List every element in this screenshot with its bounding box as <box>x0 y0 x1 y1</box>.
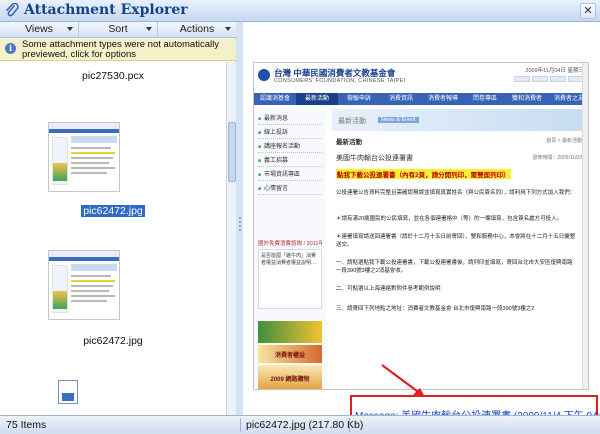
preview-scrollbar[interactable] <box>582 63 588 389</box>
info-bar-text: Some attachment types were not automatic… <box>22 39 219 60</box>
preview-nav-item: 雙和消費者 <box>511 96 542 102</box>
preview-ad-banner: 消費者權益 <box>258 345 322 363</box>
preview-ad-text: 消費者權益 <box>274 353 305 359</box>
preview-date: 2009年11月04日 星期三 <box>525 68 584 74</box>
preview-side-box: 是否能國「雞牛肉」消費者權益消費者權益說明… <box>258 249 322 309</box>
preview-site-header: 台灣 中華民國消費者文教基金會 CONSUMERS' FOUNDATION, C… <box>254 63 588 93</box>
list-scrollbar[interactable] <box>226 62 236 415</box>
preview-sidebar: 最新消息 線上投訴 講座報名活動 義工招募 市場資訊專區 心情留言 國外免費消費… <box>254 109 326 389</box>
preview-sidebar-item: 講座報名活動 <box>258 141 322 153</box>
preview-pane: 台灣 中華民國消費者文教基金會 CONSUMERS' FOUNDATION, C… <box>243 22 600 415</box>
list-item[interactable]: pic62472.jpg <box>0 205 226 217</box>
preview-ad-text: 2009 網路購物 <box>270 377 310 383</box>
title-bar: Attachment Explorer ✕ <box>0 0 600 22</box>
chevron-down-icon <box>225 27 231 31</box>
list-item[interactable]: pic62472.jpg <box>0 335 226 347</box>
item-count: 75 Items <box>6 419 47 431</box>
list-item[interactable]: pic27530.pcx <box>0 70 226 82</box>
window-title: Attachment Explorer <box>24 2 188 18</box>
status-divider <box>349 418 350 432</box>
preview-paragraph: ＊連署填寫請送回連署書（請於十二月十五日前寄回）、雙和服務中心，本會將在十二月十… <box>336 234 576 248</box>
preview-paragraph: ＊請有滿20歲國民的公民填寫，並在各個連署格中（等）的一欄填寫，包含簽名處方可投… <box>336 216 563 222</box>
attachment-list: pic27530.pcx pic62472.jpg pic62472.jpg <box>0 62 226 415</box>
actions-menu[interactable]: Actions <box>158 22 236 37</box>
info-bar[interactable]: i Some attachment types were not automat… <box>0 39 236 61</box>
close-button[interactable]: ✕ <box>580 3 596 19</box>
preview-banner-title: 最新活動 <box>338 118 366 125</box>
thumbnail-image[interactable] <box>48 122 120 192</box>
chevron-down-icon <box>146 27 152 31</box>
file-name: pic27530.pcx <box>82 70 144 82</box>
status-bar: 75 Items pic62472.jpg (217.80 Kb) <box>0 415 600 434</box>
preview-banner-subtitle: News & Event <box>378 117 419 123</box>
preview-download-highlight: 點我下載公投連署書（內有2頁，請分開列印，需雙面列印） <box>336 169 511 179</box>
attachment-list-pane: Views Sort Actions i Some attachment typ… <box>0 22 236 415</box>
preview-nav: 認識消基會 最新活動 檢驗申訴 消費資訊 消費者報導 問卷專區 雙和消費者 消費… <box>254 93 588 105</box>
actions-menu-label: Actions <box>179 23 215 35</box>
preview-sidebar-item: 心情留言 <box>258 183 322 195</box>
thumbnail-image[interactable] <box>48 250 120 320</box>
document-icon[interactable] <box>58 380 78 404</box>
preview-side-section: 國外免費消費諮詢 / 2011年尚無 <box>258 241 322 247</box>
preview-paragraph: 公投連署公告資料完整且需確認無誤並填寫真實姓名（與公民簽名同），請利用下列方式加… <box>336 190 576 196</box>
preview-paragraph: 二、可點選以上海連絡對附件參考範例說明 <box>336 286 441 292</box>
preview-article-title: 美國牛肉輸台公投連署書 <box>336 155 413 162</box>
file-name: pic62472.jpg <box>81 205 145 217</box>
info-icon: i <box>5 43 16 54</box>
site-logo-icon <box>258 69 270 81</box>
views-menu-label: Views <box>25 23 53 35</box>
status-divider <box>240 418 241 432</box>
sort-menu-label: Sort <box>108 23 128 35</box>
preview-mini-tabs <box>514 76 584 82</box>
preview-breadcrumb: 首頁 > 最新活動 <box>546 138 582 144</box>
preview-nav-item: 檢驗申訴 <box>346 96 371 102</box>
preview-site-subtitle: CONSUMERS' FOUNDATION, CHINESE TAIPEI <box>274 78 406 84</box>
preview-sidebar-item: 市場資訊專區 <box>258 169 322 181</box>
file-name: pic62472.jpg <box>83 335 143 347</box>
preview-main-content: 最新活動 News & Event 最新活動 首頁 > 最新活動 美國牛肉輸台公… <box>332 109 586 389</box>
preview-paragraph: 三、請寄回下列地點之地址：消費者文教基金會 台北市復興南路一段390號3樓之2 <box>336 306 535 312</box>
chevron-down-icon <box>67 27 73 31</box>
views-menu[interactable]: Views <box>0 22 79 37</box>
list-toolbar: Views Sort Actions <box>0 22 236 38</box>
image-preview: 台灣 中華民國消費者文教基金會 CONSUMERS' FOUNDATION, C… <box>253 62 589 390</box>
preview-ad-banner: 2009 網路購物 <box>258 365 322 389</box>
scrollbar-thumb[interactable] <box>228 122 236 182</box>
preview-sidebar-item: 義工招募 <box>258 155 322 167</box>
preview-ad-banner <box>258 321 322 343</box>
preview-section-title: 最新活動 <box>336 139 362 146</box>
splitter-grip-icon <box>239 217 241 231</box>
selected-file-info: pic62472.jpg (217.80 Kb) <box>246 419 364 431</box>
preview-nav-item: 問卷專區 <box>472 96 497 102</box>
preview-paragraph: 一、請點選點我下載公投連署書，下載公投連署書後，請列印並填寫，寄回台北市大安區復… <box>336 260 573 274</box>
preview-sidebar-item: 最新消息 <box>258 113 322 125</box>
preview-nav-item: 認識消基會 <box>259 96 290 102</box>
preview-sidebar-item: 線上投訴 <box>258 127 322 139</box>
preview-nav-item: 消費者報導 <box>427 96 458 102</box>
attachment-explorer-window: Attachment Explorer ✕ Views Sort Actions… <box>0 0 600 434</box>
preview-nav-item: 最新活動 <box>296 93 338 105</box>
preview-article-meta: 發佈時間：2009/11/03 <box>532 155 582 161</box>
preview-nav-item: 消費資訊 <box>388 96 413 102</box>
sort-menu[interactable]: Sort <box>79 22 158 37</box>
paperclip-icon <box>6 3 19 17</box>
preview-banner: 最新活動 News & Event <box>332 109 586 131</box>
